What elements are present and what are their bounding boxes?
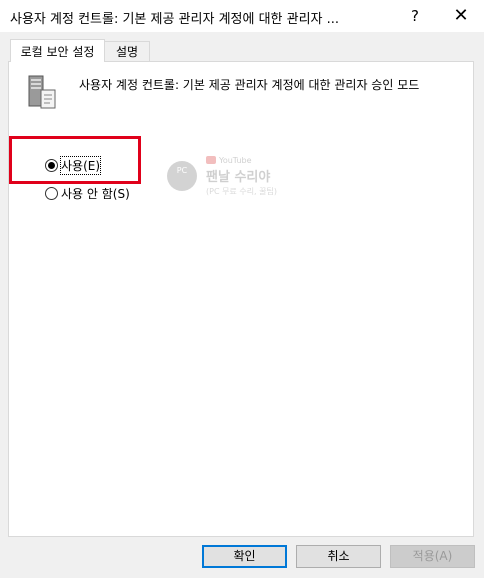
watermark-channel: YouTube xyxy=(218,156,252,165)
radio-enable-circle[interactable] xyxy=(45,158,58,172)
cancel-button[interactable]: 취소 xyxy=(296,545,381,568)
watermark-name: 팬날 수리야 xyxy=(206,169,270,185)
radio-enable-label[interactable]: 사용(E) xyxy=(59,155,102,175)
title-bar: 사용자 계정 컨트롤: 기본 제공 관리자 계정에 대한 관리자 ... ? ✕ xyxy=(0,0,484,32)
help-button[interactable]: ? xyxy=(392,0,438,32)
tab-panel: 사용자 계정 컨트롤: 기본 제공 관리자 계정에 대한 관리자 승인 모드 사… xyxy=(8,61,474,537)
watermark-sub: (PC 무료 수리, 꿀팁) xyxy=(206,187,277,196)
radio-disable[interactable]: 사용 안 함(S) xyxy=(45,184,130,202)
close-button[interactable]: ✕ xyxy=(438,0,484,32)
server-policy-icon xyxy=(28,75,56,109)
ok-button[interactable]: 확인 xyxy=(202,545,287,568)
channel-watermark: PC YouTube 팬날 수리야 (PC 무료 수리, 꿀팁) xyxy=(167,156,277,196)
policy-name: 사용자 계정 컨트롤: 기본 제공 관리자 계정에 대한 관리자 승인 모드 xyxy=(79,78,420,92)
tab-description[interactable]: 설명 xyxy=(104,41,150,62)
watermark-badge: PC xyxy=(177,166,188,175)
radio-disable-label[interactable]: 사용 안 함(S) xyxy=(61,185,130,202)
tab-local-security-setting[interactable]: 로컬 보안 설정 xyxy=(10,39,105,62)
radio-enable[interactable]: 사용(E) xyxy=(45,155,102,175)
apply-button[interactable]: 적용(A) xyxy=(390,545,475,568)
window-title: 사용자 계정 컨트롤: 기본 제공 관리자 계정에 대한 관리자 ... xyxy=(10,12,340,27)
radio-disable-circle[interactable] xyxy=(45,186,58,200)
